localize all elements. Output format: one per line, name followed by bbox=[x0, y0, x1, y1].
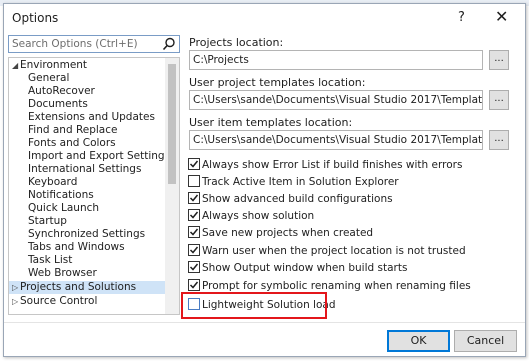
check-icon bbox=[189, 160, 199, 168]
tree-item-international-settings[interactable]: International Settings bbox=[9, 163, 166, 176]
check-icon bbox=[189, 211, 199, 219]
expand-caret-icon[interactable]: ◢ bbox=[12, 59, 18, 72]
option-label: Warn user when the project location is n… bbox=[202, 245, 466, 257]
option-label: Show Output window when build starts bbox=[202, 262, 408, 274]
expand-caret-icon[interactable]: ▷ bbox=[12, 295, 18, 308]
option-label: Track Active Item in Solution Explorer bbox=[202, 176, 399, 188]
tree-item-autorecover[interactable]: AutoRecover bbox=[9, 85, 166, 98]
help-button[interactable]: ? bbox=[458, 10, 465, 25]
title-bar: Options ? ✕ bbox=[4, 4, 525, 32]
tree-item-extensions-and-updates[interactable]: Extensions and Updates bbox=[9, 111, 166, 124]
tree-item-source-control[interactable]: ▷ Source Control bbox=[9, 295, 166, 308]
search-box[interactable] bbox=[8, 35, 180, 53]
project-templates-location-field[interactable]: C:\Users\sande\Documents\Visual Studio 2… bbox=[189, 90, 483, 110]
tree-item-documents[interactable]: Documents bbox=[9, 98, 166, 111]
error-list-checkbox[interactable] bbox=[188, 158, 200, 170]
projects-location-field[interactable]: C:\Projects bbox=[189, 50, 483, 70]
ok-button[interactable]: OK bbox=[387, 330, 450, 352]
options-tree: ◢ Environment General AutoRecover Docume… bbox=[8, 57, 180, 315]
warn-untrusted-location-checkbox[interactable] bbox=[188, 244, 200, 256]
scrollbar-thumb[interactable] bbox=[168, 64, 176, 184]
always-show-solution-checkbox[interactable] bbox=[188, 209, 200, 221]
tree-item-label: Projects and Solutions bbox=[20, 281, 137, 293]
tree-scrollbar[interactable] bbox=[165, 58, 179, 314]
tree-item-tabs-and-windows[interactable]: Tabs and Windows bbox=[9, 241, 166, 254]
check-icon bbox=[189, 194, 199, 202]
close-button[interactable]: ✕ bbox=[495, 7, 508, 26]
projects-location-label: Projects location: bbox=[189, 36, 284, 49]
tree-item-find-and-replace[interactable]: Find and Replace bbox=[9, 124, 166, 137]
browse-projects-button[interactable]: ... bbox=[489, 50, 509, 70]
check-icon bbox=[189, 246, 199, 254]
prompt-symbolic-renaming-checkbox[interactable] bbox=[188, 279, 200, 291]
tree-item-notifications[interactable]: Notifications bbox=[9, 189, 166, 202]
track-active-item-checkbox[interactable] bbox=[188, 175, 200, 187]
project-templates-location-label: User project templates location: bbox=[189, 76, 366, 89]
option-label: Always show solution bbox=[202, 210, 315, 222]
options-dialog: Options ? ✕ ◢ Environment General AutoRe… bbox=[3, 3, 526, 357]
search-input[interactable] bbox=[12, 37, 160, 51]
item-templates-location-label: User item templates location: bbox=[189, 116, 353, 129]
tree-item-import-export-settings[interactable]: Import and Export Settings bbox=[9, 150, 170, 163]
option-label: Prompt for symbolic renaming when renami… bbox=[202, 280, 471, 292]
cancel-button[interactable]: Cancel bbox=[454, 330, 517, 352]
tree-item-label: Source Control bbox=[20, 295, 98, 307]
save-new-projects-checkbox[interactable] bbox=[188, 226, 200, 238]
tree-item-environment[interactable]: ◢ Environment bbox=[9, 59, 166, 72]
tree-item-keyboard[interactable]: Keyboard bbox=[9, 176, 166, 189]
check-icon bbox=[189, 228, 199, 236]
show-output-window-checkbox[interactable] bbox=[188, 261, 200, 273]
highlight-annotation bbox=[181, 292, 327, 319]
item-templates-location-field[interactable]: C:\Users\sande\Documents\Visual Studio 2… bbox=[189, 130, 483, 150]
option-label: Always show Error List if build finishes… bbox=[202, 159, 463, 171]
tree-item-synchronized-settings[interactable]: Synchronized Settings bbox=[9, 228, 166, 241]
option-label: Show advanced build configurations bbox=[202, 193, 393, 205]
tree-item-projects-and-solutions[interactable]: ▷ Projects and Solutions bbox=[9, 281, 166, 294]
tree-item-task-list[interactable]: Task List bbox=[9, 254, 166, 267]
tree-item-quick-launch[interactable]: Quick Launch bbox=[9, 202, 166, 215]
tree-item-fonts-and-colors[interactable]: Fonts and Colors bbox=[9, 137, 166, 150]
footer-divider bbox=[4, 322, 525, 323]
advanced-build-config-checkbox[interactable] bbox=[188, 192, 200, 204]
check-icon bbox=[189, 281, 199, 289]
search-icon[interactable] bbox=[162, 37, 176, 51]
browse-project-templates-button[interactable]: ... bbox=[489, 90, 509, 110]
expand-caret-icon[interactable]: ▷ bbox=[12, 281, 18, 294]
browse-item-templates-button[interactable]: ... bbox=[489, 130, 509, 150]
option-label: Save new projects when created bbox=[202, 227, 374, 239]
tree-item-startup[interactable]: Startup bbox=[9, 215, 166, 228]
tree-item-label: Environment bbox=[20, 59, 88, 71]
tree-item-general[interactable]: General bbox=[9, 72, 166, 85]
window-title: Options bbox=[12, 11, 59, 25]
check-icon bbox=[189, 263, 199, 271]
tree-item-web-browser[interactable]: Web Browser bbox=[9, 267, 166, 280]
